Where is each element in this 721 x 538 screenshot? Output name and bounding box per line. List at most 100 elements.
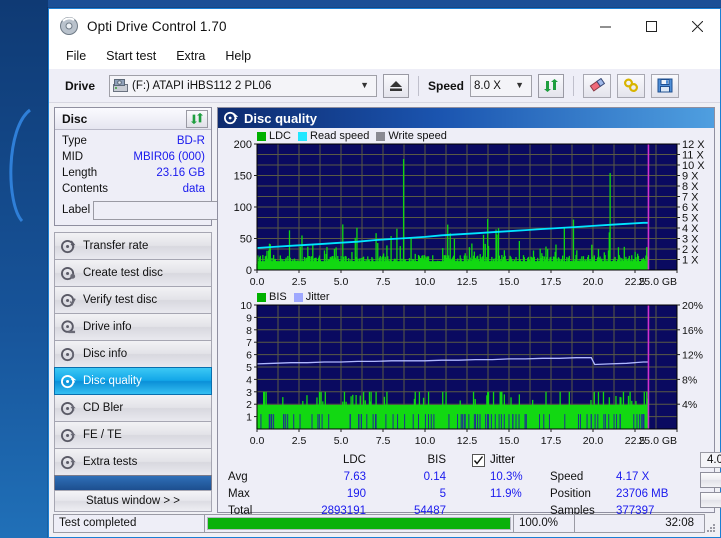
error-stats-table: LDC BIS Avg 7.63 0.14 Max 190 5 Total 28… [222, 452, 472, 517]
sidebar-item-fe-te[interactable]: FE / TE [54, 421, 212, 449]
svg-text:0.0: 0.0 [250, 276, 265, 288]
sidebar-item-label: Disc info [83, 348, 128, 360]
jitter-checkbox-row[interactable]: Jitter [472, 452, 550, 469]
progress-fill [208, 517, 510, 529]
window-title: Opti Drive Control 1.70 [87, 18, 227, 34]
measure-row-position: Position 23706 MB [550, 486, 700, 503]
status-window-button[interactable]: Status window > > [54, 490, 212, 512]
svg-text:4: 4 [246, 374, 252, 386]
resize-grip[interactable] [704, 514, 716, 533]
svg-text:17.5: 17.5 [541, 435, 562, 447]
svg-text:1 X: 1 X [682, 255, 699, 267]
svg-text:4 X: 4 X [682, 223, 699, 235]
measurement-stats: Speed 4.17 X Position 23706 MB Samples 3… [550, 452, 700, 517]
minimize-button[interactable] [582, 9, 628, 43]
minimize-icon [599, 26, 611, 27]
sidebar-item-verify-test-disc[interactable]: Verify test disc [54, 286, 212, 314]
disc-panel-title: Disc [62, 111, 88, 126]
drive-select[interactable]: (F:) ATAPI iHBS112 2 PL06 ▼ [109, 74, 377, 97]
disc-icon [60, 17, 78, 35]
table-row: Max 190 5 [228, 486, 472, 503]
menu-item-start-test[interactable]: Start test [97, 46, 165, 66]
svg-text:3 X: 3 X [682, 234, 699, 246]
application-window: Opti Drive Control 1.70 File Start test … [48, 8, 721, 538]
svg-text:1: 1 [246, 412, 252, 424]
legend-label: Read speed [310, 130, 370, 142]
sidebar-item-transfer-rate[interactable]: Transfer rate [54, 232, 212, 260]
ldc-chart: LDC Read speed Write speed 0 50 100 150 200 1… [221, 130, 711, 290]
svg-text:20.0: 20.0 [583, 276, 604, 288]
sidebar-item-label: FE / TE [83, 429, 122, 441]
speed-label: Speed [428, 78, 465, 93]
maximize-button[interactable] [628, 9, 674, 43]
sidebar-item-disc-quality[interactable]: Disc quality [54, 367, 212, 395]
link-button[interactable] [617, 73, 646, 98]
svg-text:16%: 16% [682, 325, 703, 337]
eject-button[interactable] [383, 73, 409, 98]
sidebar-item-label: Disc quality [83, 375, 142, 387]
disc-panel-header: Disc [55, 108, 211, 130]
svg-text:2.5: 2.5 [292, 276, 307, 288]
svg-text:5.0: 5.0 [334, 435, 349, 447]
stats-row-label: Avg [228, 471, 248, 483]
svg-text:200: 200 [234, 139, 252, 151]
sidebar-item-disc-info[interactable]: Disc info [54, 340, 212, 368]
stats-col-ldc: LDC [342, 454, 366, 466]
eject-icon [390, 80, 402, 91]
menu-item-help[interactable]: Help [216, 46, 260, 66]
sidebar-item-create-test-disc[interactable]: Create test disc [54, 259, 212, 287]
disc-refresh-button[interactable] [186, 109, 208, 128]
refresh-button[interactable] [538, 73, 565, 98]
legend-item-read-speed: Read speed [298, 130, 369, 142]
status-text: Test completed [53, 513, 205, 533]
legend-item-ldc: LDC [257, 130, 291, 142]
measure-value: 4.17 X [616, 471, 650, 483]
test-speed-select[interactable]: 4.0 X ▼ [700, 452, 721, 468]
panel-title: Disc quality [244, 110, 317, 126]
stats-col-blank [228, 452, 280, 469]
menu-item-extra[interactable]: Extra [167, 46, 214, 66]
start-part-button[interactable]: Start part [700, 491, 721, 508]
erase-button[interactable] [583, 73, 612, 98]
menu-item-file[interactable]: File [57, 46, 95, 66]
jitter-checkbox[interactable] [472, 454, 485, 467]
ldc-chart-legend: LDC Read speed Write speed [257, 130, 447, 142]
sidebar-item-cd-bler[interactable]: CD Bler [54, 394, 212, 422]
bis-chart-legend: BIS Jitter [257, 291, 330, 303]
close-button[interactable] [674, 9, 720, 43]
svg-text:3: 3 [246, 387, 252, 399]
legend-label: LDC [269, 130, 292, 142]
measure-value: 23706 MB [616, 488, 669, 500]
sidebar-nav: Transfer rate Create test disc Verify te… [54, 232, 212, 512]
progress-bar-cell [204, 513, 514, 533]
sidebar-item-drive-info[interactable]: Drive info [54, 313, 212, 341]
sidebar-item-label: Extra tests [83, 456, 138, 468]
speed-select[interactable]: 8.0 X ▼ [470, 74, 533, 97]
left-sidebar: Disc Type BD-R MID MBIR06 (000) Length 2… [54, 107, 297, 513]
svg-text:9 X: 9 X [682, 171, 699, 183]
refresh-icon [190, 112, 204, 125]
disc-quality-icon [224, 111, 238, 125]
svg-text:9: 9 [246, 312, 252, 324]
disc-info-icon [61, 347, 75, 361]
speed-value: 8.0 X [474, 79, 501, 92]
start-full-button[interactable]: Start full [700, 471, 721, 488]
disc-extra-icon [61, 455, 76, 469]
ldc-plot-svg: 0501001502001 X2 X3 X4 X5 X6 X7 X8 X9 X1… [234, 139, 706, 288]
disc-row-key: Type [62, 135, 87, 147]
legend-label: BIS [269, 291, 287, 303]
svg-text:0.0: 0.0 [250, 435, 265, 447]
legend-item-bis: BIS [257, 291, 287, 303]
maximize-icon [645, 20, 657, 32]
legend-item-write-speed: Write speed [376, 130, 447, 142]
svg-text:12.5: 12.5 [457, 435, 478, 447]
svg-text:12.5: 12.5 [457, 276, 478, 288]
disc-row-key: Contents [62, 183, 109, 195]
save-button[interactable] [651, 73, 680, 98]
sidebar-item-extra-tests[interactable]: Extra tests [54, 448, 212, 476]
toolbar-separator [573, 75, 575, 96]
main-content: Disc Type BD-R MID MBIR06 (000) Length 2… [49, 103, 721, 517]
disc-panel: Disc Type BD-R MID MBIR06 (000) Length 2… [54, 107, 297, 226]
legend-item-jitter: Jitter [293, 291, 330, 303]
sidebar-item-label: Drive info [83, 321, 132, 333]
